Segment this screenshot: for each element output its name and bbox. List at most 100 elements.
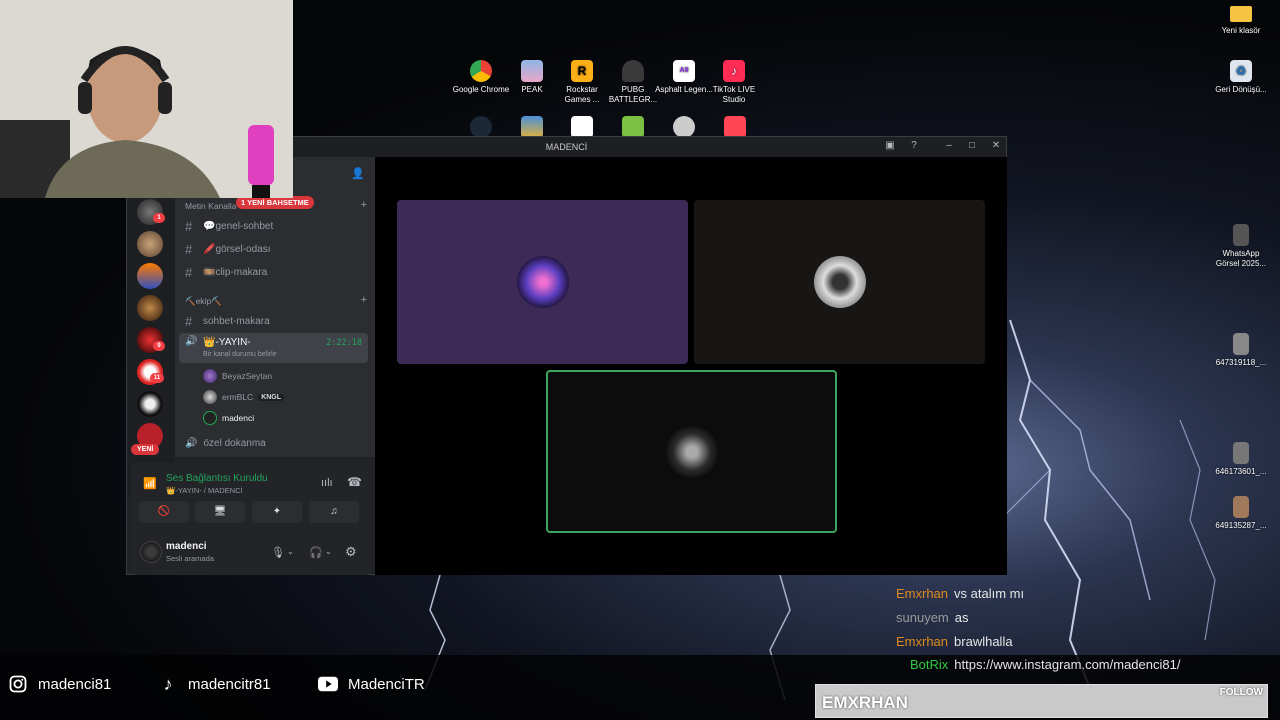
social-tiktok: ♪ madencitr81 — [158, 674, 271, 694]
gear-icon[interactable]: ⚙ — [345, 544, 357, 560]
capcut-icon[interactable] — [571, 116, 593, 138]
asphalt-icon: A9 — [673, 60, 695, 82]
connection-status[interactable]: Ses Bağlantısı Kuruldu — [166, 473, 268, 484]
steam-icon[interactable] — [470, 116, 492, 138]
speaker-icon: 🔊 — [185, 336, 198, 347]
chat-username: Emxrhan — [896, 586, 949, 601]
voice-panel: 📶 Ses Bağlantısı Kuruldu 👑-YAYIN- / MADE… — [131, 463, 371, 575]
chevron-down-icon[interactable]: ⌄ — [325, 547, 332, 556]
participant-tile[interactable] — [397, 200, 688, 364]
server-icon[interactable] — [137, 231, 163, 257]
social-handle: madencitr81 — [188, 675, 271, 693]
desktop-icon-tiktok-live[interactable]: ♪ TikTok LIVE Studio — [705, 60, 763, 105]
participant-avatar — [813, 256, 866, 308]
game-icon[interactable] — [521, 116, 543, 138]
participant-tile[interactable] — [694, 200, 985, 364]
voice-channel-active[interactable]: 🔊 👑-YAYIN- 2:22:18 Bir kanal durumu beli… — [179, 333, 368, 363]
follow-label: FOLLOW — [1219, 687, 1263, 698]
desktop-icon-image-1[interactable]: 647319118_... — [1212, 333, 1270, 368]
add-friend-icon[interactable]: 👤 — [351, 167, 365, 180]
desktop-icon-label: WhatsApp Görsel 2025... — [1215, 249, 1267, 268]
streamer-webcam — [0, 0, 293, 198]
channel-sohbet-makara[interactable]: # sohbet-makara — [185, 314, 270, 329]
desktop-icon-label: 647319118_... — [1215, 358, 1267, 367]
minimize-icon[interactable]: – — [942, 140, 956, 151]
chevron-down-icon[interactable]: ⌄ — [287, 547, 294, 556]
activities-icon: ✦ — [272, 506, 282, 517]
signal-icon: 📶 — [143, 478, 157, 490]
web-icon[interactable] — [673, 116, 695, 138]
inbox-icon[interactable]: ▣ — [883, 140, 897, 151]
maximize-icon[interactable]: □ — [965, 140, 979, 151]
camera-off-icon: 🚫 — [157, 506, 171, 517]
screen-share-icon: 🖥 — [213, 506, 227, 517]
add-channel-icon[interactable]: + — [361, 199, 367, 211]
chat-message: Emxrhan brawlhalla — [896, 634, 1013, 649]
desktop-icon-label: TikTok LIVE Studio — [712, 85, 756, 104]
activities-button[interactable]: ✦ — [252, 501, 302, 523]
follow-alert: EMXRHAN FOLLOW — [815, 684, 1268, 718]
category-text-channels[interactable]: Metin Kanalla — [185, 201, 237, 211]
server-icon[interactable] — [137, 295, 163, 321]
chat-text: https://www.instagram.com/madenci81/ — [954, 657, 1181, 672]
folder-icon — [1230, 6, 1252, 22]
tiktok-live-icon: ♪ — [723, 60, 745, 82]
chat-message: BotRix https://www.instagram.com/madenci8… — [910, 657, 1180, 672]
image-file-icon — [1233, 496, 1249, 518]
gta-icon[interactable] — [622, 116, 644, 138]
channel-clip-makara[interactable]: # 🎞️clip-makara — [185, 265, 267, 280]
camera-button[interactable]: 🚫 — [139, 501, 189, 523]
soundboard-button[interactable]: ♫ — [309, 501, 359, 523]
channel-label: 🖍️görsel-odası — [203, 244, 271, 255]
disconnect-icon[interactable]: ☎ — [347, 475, 362, 489]
voice-user[interactable]: ermBLC KNGL — [203, 390, 285, 404]
headphones-icon[interactable]: 🎧 — [309, 546, 323, 559]
desktop-icon-pubg[interactable]: PUBG BATTLEGR... — [604, 60, 662, 105]
voice-user[interactable]: BeyazSeytan — [203, 369, 272, 383]
desktop-icon-chrome[interactable]: Google Chrome — [452, 60, 510, 95]
chat-text: brawlhalla — [954, 634, 1013, 649]
desktop-icon-rockstar[interactable]: R Rockstar Games ... — [553, 60, 611, 105]
pubg-icon — [622, 60, 644, 82]
voice-channel-ozel-dokanma[interactable]: 🔊 özel dokanma — [185, 438, 266, 449]
desktop-icon-whatsapp-image[interactable]: WhatsApp Görsel 2025... — [1212, 224, 1270, 269]
participant-tile-speaking[interactable] — [546, 370, 837, 533]
channel-genel-sohbet[interactable]: # 💬genel-sohbet — [185, 219, 273, 234]
new-pill[interactable]: YENİ — [131, 444, 160, 455]
channel-label: 💬genel-sohbet — [203, 221, 274, 232]
chrome-icon — [470, 60, 492, 82]
user-avatar[interactable] — [140, 541, 162, 563]
tiktok-icon: ♪ — [163, 673, 173, 694]
user-name[interactable]: madenci — [166, 541, 207, 552]
desktop-icon-image-3[interactable]: 649135287_... — [1212, 496, 1270, 531]
server-icon[interactable] — [137, 391, 163, 417]
follower-name: EMXRHAN — [822, 693, 908, 712]
channel-gorsel-odasi[interactable]: # 🖍️görsel-odası — [185, 242, 270, 257]
voice-user-name: BeyazSeytan — [222, 371, 273, 381]
image-file-icon — [1233, 224, 1249, 246]
avatar — [203, 390, 217, 404]
help-icon[interactable]: ? — [907, 140, 921, 151]
participant-avatar — [516, 256, 569, 308]
desktop-icon-image-2[interactable]: 646173601_... — [1212, 442, 1270, 477]
close-icon[interactable]: ✕ — [989, 140, 1003, 151]
valorant-icon[interactable] — [724, 116, 746, 138]
chat-username: BotRix — [910, 657, 949, 672]
screen-share-button[interactable]: 🖥 — [195, 501, 245, 523]
desktop-icon-label: Yeni klasör — [1221, 26, 1261, 35]
video-stage — [375, 157, 1007, 575]
microphone-icon[interactable]: 🎙 — [271, 546, 285, 559]
server-badge: 1 — [153, 213, 165, 223]
voice-status-hint[interactable]: Bir kanal durumu belirle — [203, 351, 277, 358]
desktop-icon-recycle[interactable]: ♻ Geri Dönüşü... — [1212, 60, 1270, 95]
desktop-icon-label: Rockstar Games ... — [564, 85, 600, 104]
desktop-icon-folder[interactable]: Yeni klasör — [1212, 6, 1270, 36]
user-status: Sesli aramada — [166, 554, 214, 563]
connection-channel[interactable]: 👑-YAYIN- / MADENCİ — [166, 486, 243, 495]
voice-user[interactable]: madenci — [203, 411, 254, 425]
category-ekip[interactable]: ⛏️ekip⛏️ — [185, 296, 222, 307]
noise-suppression-icon[interactable]: ıılı — [321, 477, 333, 489]
server-icon[interactable] — [137, 263, 163, 289]
add-channel-icon[interactable]: + — [361, 294, 367, 306]
voice-user-name: ermBLC — [222, 392, 254, 402]
